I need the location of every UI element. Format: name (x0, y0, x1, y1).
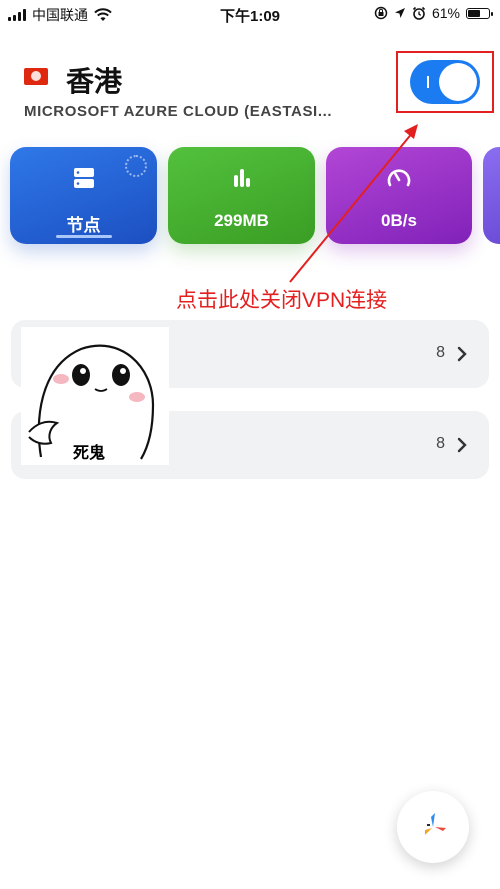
sticker-caption: 死鬼 (73, 443, 106, 462)
annotation-text: 点击此处关闭VPN连接 (176, 289, 388, 312)
chevron-right-icon (457, 437, 467, 453)
pinwheel-logo-icon (425, 813, 446, 835)
item-count: 8 (436, 344, 445, 361)
chevron-right-icon (457, 346, 467, 362)
floating-action-button[interactable] (397, 791, 469, 863)
meme-sticker-image: 死鬼 (21, 327, 169, 465)
item-count: 8 (436, 435, 445, 452)
